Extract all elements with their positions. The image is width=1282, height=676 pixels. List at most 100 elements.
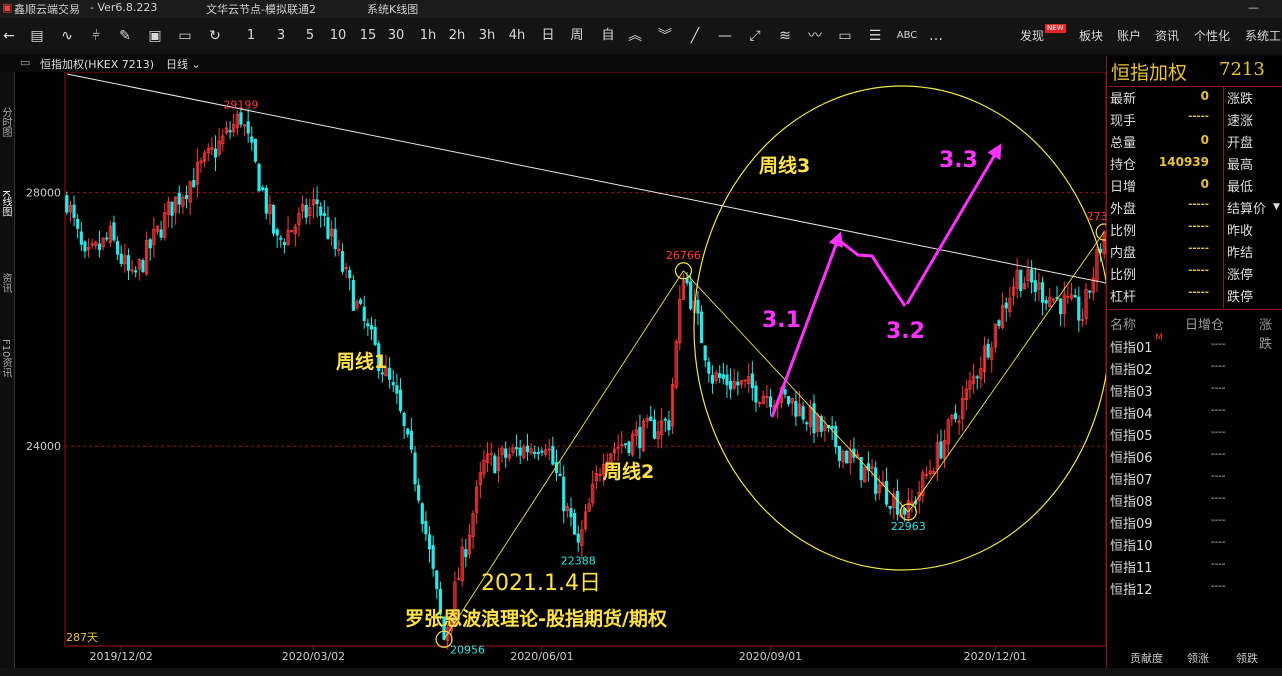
bottom-tab-2[interactable]: 领跌 (1236, 650, 1258, 666)
text-tool-icon[interactable]: ☰ (866, 27, 884, 45)
list-item[interactable]: 恒指11 (1110, 557, 1153, 576)
period-1-button[interactable]: 1 (240, 27, 262, 45)
period-12-button[interactable]: 周 (566, 27, 588, 45)
left-tab-1[interactable]: K线图 (0, 167, 13, 239)
period-5-button[interactable]: 15 (357, 27, 379, 45)
quote-right-label: 跌停 (1227, 290, 1254, 305)
nav-item-4[interactable]: 个性化 (1194, 27, 1230, 45)
candle-body (707, 361, 711, 374)
save-icon[interactable]: ▭ (176, 27, 194, 45)
refresh-icon[interactable]: ↻ (206, 27, 224, 45)
candle-body (787, 396, 791, 404)
zoom-in-icon[interactable]: ︽ (626, 27, 644, 45)
list-item[interactable]: 恒指01 (1110, 337, 1153, 356)
candle-body (525, 445, 530, 453)
period-10-button[interactable]: 4h (506, 27, 528, 45)
y-tick-label: 28000 (26, 187, 61, 200)
quote-title: 恒指加权 (1111, 62, 1188, 84)
candle-body (275, 229, 279, 236)
list-header[interactable]: 名称 (1110, 314, 1136, 333)
list-value: ---- (1211, 339, 1226, 350)
candle-body (373, 326, 377, 345)
period-13-button[interactable]: 自 (597, 27, 619, 45)
draw-icon[interactable]: ✎ (116, 27, 134, 45)
dropdown-icon[interactable]: ▼ (1273, 202, 1280, 212)
nav-item-5[interactable]: 系统工 (1245, 27, 1281, 45)
line-tool-icon[interactable]: ╱ (686, 27, 704, 45)
period-8-button[interactable]: 2h (446, 27, 468, 45)
list-item[interactable]: 恒指09 (1110, 513, 1153, 532)
left-tab-2[interactable]: 资讯 (0, 247, 13, 319)
abc-tool-icon[interactable]: ABC (895, 27, 919, 45)
candle-body (562, 476, 566, 512)
quote-value: 140939 (1158, 155, 1209, 169)
list-item[interactable]: 恒指03 (1110, 381, 1153, 400)
candle-body (805, 422, 809, 425)
minimize-button[interactable]: — (1248, 1, 1259, 14)
candle-body (663, 418, 667, 421)
list-item[interactable]: 恒指06 (1110, 447, 1153, 466)
list-item[interactable]: 恒指10 (1110, 535, 1153, 554)
left-tab-3[interactable]: F10资讯 (0, 322, 13, 394)
ray-tool-icon[interactable]: ⤢ (746, 27, 764, 45)
period-9-button[interactable]: 3h (476, 27, 498, 45)
wave-tool-icon[interactable]: 〰 (806, 27, 824, 45)
bottom-tab-0[interactable]: 贡献度 (1130, 650, 1163, 666)
zoom-out-icon[interactable]: ︾ (656, 27, 674, 45)
kline-chart[interactable]: 28000 24000 2019/12/02 2020/03/02 2020/06/01… (14, 71, 1122, 668)
period-6-button[interactable]: 30 (385, 27, 407, 45)
period-selector[interactable]: 日线 ⌄ (166, 56, 201, 72)
wave-3-2-path (839, 239, 907, 307)
left-tab-0[interactable]: 分时图 (0, 86, 13, 158)
candle-body (728, 380, 733, 390)
nav-item-0[interactable]: 发现 (1020, 27, 1044, 45)
candle-body (710, 374, 715, 384)
period-11-button[interactable]: 日 (537, 27, 559, 45)
candle-body (718, 373, 722, 378)
candle-body (264, 188, 268, 214)
period-3-button[interactable]: 5 (299, 27, 321, 45)
back-icon[interactable]: ← (0, 27, 18, 45)
period-4-button[interactable]: 10 (327, 27, 349, 45)
list-item[interactable]: 恒指08 (1110, 491, 1153, 510)
list-header[interactable]: 涨跌 (1259, 314, 1282, 352)
list-value: ---- (1211, 383, 1226, 394)
chevron-down-icon: ⌄ (191, 58, 201, 71)
list-item[interactable]: 恒指12 (1110, 579, 1153, 598)
quote-right-label: 昨结 (1227, 246, 1254, 261)
nav-item-1[interactable]: 板块 (1079, 27, 1103, 45)
timeshare-icon[interactable]: ∿ (58, 27, 76, 45)
chart-svg[interactable]: 28000 24000 2019/12/02 2020/03/02 2020/06/01… (14, 71, 1122, 668)
symbol-label[interactable]: 恒指加权(HKEX 7213) (40, 56, 154, 72)
hline-tool-icon[interactable]: — (716, 27, 734, 45)
rect-tool-icon[interactable]: ▭ (836, 27, 854, 45)
candle-body (1077, 296, 1081, 321)
candle-body (177, 192, 181, 205)
bottom-tab-1[interactable]: 领涨 (1187, 650, 1209, 666)
period-2-button[interactable]: 3 (270, 27, 292, 45)
candle-body (783, 389, 787, 395)
nav-item-3[interactable]: 资讯 (1155, 27, 1179, 45)
wave-line (683, 270, 909, 513)
list-item[interactable]: 恒指04 (1110, 403, 1153, 422)
list-icon[interactable]: ▤ (28, 27, 46, 45)
candle-body (406, 428, 410, 435)
candle-body (768, 396, 773, 408)
list-item[interactable]: 恒指05 (1110, 425, 1153, 444)
list-header[interactable]: 日增仓 (1185, 314, 1224, 333)
candle-body (627, 441, 631, 454)
candle-body (975, 376, 979, 379)
wave-line (907, 231, 1105, 513)
window-icon[interactable]: ▣ (146, 27, 164, 45)
nav-item-2[interactable]: 账户 (1117, 27, 1141, 45)
candle-body (348, 270, 352, 278)
candle-body (649, 416, 653, 422)
channel-tool-icon[interactable]: ≋ (776, 27, 794, 45)
list-item[interactable]: 恒指07 (1110, 469, 1153, 488)
app-title: 鑫顺云端交易 (14, 3, 80, 16)
list-item[interactable]: 恒指02 (1110, 359, 1153, 378)
period-7-button[interactable]: 1h (417, 27, 439, 45)
more-icon[interactable]: … (927, 27, 945, 45)
quote-value: ----- (1188, 199, 1209, 210)
kline-icon[interactable]: ⫩ (87, 27, 105, 45)
